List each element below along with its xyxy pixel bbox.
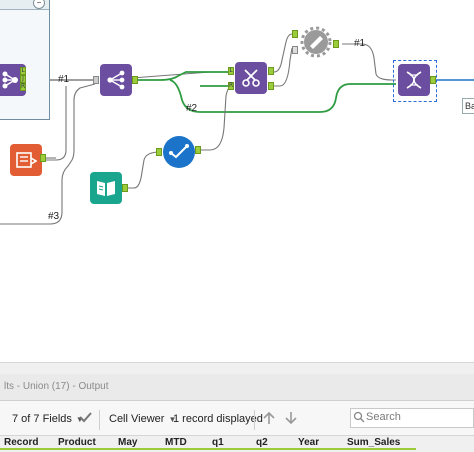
scroll-down-button[interactable] <box>284 411 298 428</box>
gear-output-anchor[interactable] <box>333 40 339 48</box>
join-tool[interactable] <box>235 62 267 94</box>
input-output-anchor[interactable] <box>40 154 46 162</box>
collapse-button[interactable]: − <box>33 0 45 9</box>
column-header-mtd[interactable]: MTD <box>165 437 187 448</box>
union-output-tool[interactable] <box>398 64 430 96</box>
tool-container[interactable]: − <box>0 0 50 120</box>
fields-label: 7 of 7 Fields <box>12 413 72 425</box>
scissors-icon <box>242 69 260 87</box>
book-icon <box>97 181 115 196</box>
column-header-year[interactable]: Year <box>298 437 319 448</box>
blue-output-anchor[interactable] <box>195 146 201 154</box>
connection-label-2: #2 <box>186 103 198 114</box>
blue-input-anchor[interactable] <box>156 148 162 156</box>
cell-viewer-label: Cell Viewer <box>109 413 165 425</box>
text-input-tool[interactable] <box>90 172 122 204</box>
results-title-bar: lts - Union (17) - Output <box>0 374 474 401</box>
column-header-q1[interactable]: q1 <box>212 437 224 448</box>
search-icon <box>353 411 365 423</box>
mid-output-right-anchor[interactable] <box>268 82 274 90</box>
union-anchor-left[interactable]: L <box>20 67 26 75</box>
mid-output-left-anchor[interactable] <box>268 67 274 75</box>
gear-icon <box>300 26 332 58</box>
column-header-may[interactable]: May <box>118 437 137 448</box>
scroll-up-button[interactable] <box>262 411 276 428</box>
data-input-icon <box>16 152 37 168</box>
arrow-down-icon <box>285 412 297 425</box>
union-icon <box>2 71 18 89</box>
branch-icon <box>107 70 125 90</box>
gear-anchor-r[interactable] <box>292 46 298 54</box>
union-anchor-right[interactable]: R <box>20 83 26 91</box>
cell-viewer-dropdown[interactable]: Cell Viewer ▼ <box>109 413 176 425</box>
join-input-anchor[interactable] <box>93 76 99 84</box>
arrow-up-icon <box>263 411 275 424</box>
mid-anchor-left[interactable]: L <box>228 67 234 75</box>
selected-row-indicator <box>0 448 416 450</box>
column-header-product[interactable]: Product <box>58 437 96 448</box>
records-displayed: 1 record displayed <box>173 413 263 425</box>
input-tool[interactable] <box>10 144 42 176</box>
results-title: lts - Union (17) - Output <box>4 381 109 392</box>
connection-label-1: #1 <box>58 74 70 85</box>
connection-label-1b: #1 <box>354 38 366 49</box>
book-output-anchor[interactable] <box>122 184 128 192</box>
browse-tool-label[interactable]: Ba <box>462 98 474 114</box>
fields-dropdown[interactable]: 7 of 7 Fields ▼ <box>12 413 84 425</box>
checkmark-icon <box>79 412 92 423</box>
toolbar-separator <box>99 410 100 430</box>
connection-wires <box>0 33 474 225</box>
gear-tool[interactable] <box>300 26 332 58</box>
column-header-record[interactable]: Record <box>4 437 38 448</box>
toolbar-separator <box>254 410 255 430</box>
workflow-canvas[interactable]: − L J R #1 #2 L R #1 Ba #3 <box>0 0 474 362</box>
dna-icon <box>406 71 422 89</box>
append-fields-tool[interactable] <box>100 64 132 96</box>
join-output-anchor[interactable] <box>132 76 138 84</box>
container-header[interactable]: − <box>0 0 49 10</box>
column-header-sum-sales[interactable]: Sum_Sales <box>347 437 400 448</box>
union-output-anchor[interactable] <box>430 76 436 84</box>
sample-tool[interactable] <box>163 136 195 168</box>
checkmark-button[interactable] <box>78 410 92 427</box>
search-placeholder: Search <box>366 411 401 423</box>
column-header-q2[interactable]: q2 <box>256 437 268 448</box>
union-anchor-join[interactable]: J <box>20 75 26 83</box>
mid-anchor-right[interactable]: R <box>228 82 234 90</box>
sample-icon <box>169 144 189 159</box>
gear-anchor-l[interactable] <box>292 30 298 38</box>
connection-label-3: #3 <box>48 211 60 222</box>
